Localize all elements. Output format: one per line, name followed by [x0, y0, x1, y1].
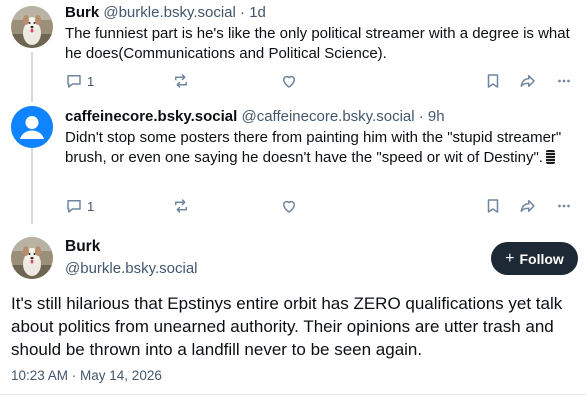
- bookmark-button[interactable]: [484, 197, 502, 215]
- share-icon: [520, 200, 535, 212]
- reply-button[interactable]: 1: [65, 197, 94, 215]
- avatar[interactable]: [11, 237, 53, 279]
- heart-icon: [283, 200, 295, 213]
- bookmark-icon: [487, 199, 499, 213]
- post-header: caffeinecore.bsky.social @caffeinecore.b…: [65, 108, 445, 125]
- follow-label: Follow: [519, 250, 564, 267]
- reply-button[interactable]: 1: [65, 72, 94, 90]
- dog-avatar-icon: [11, 237, 53, 279]
- like-button[interactable]: [280, 72, 298, 90]
- plus-icon: +: [505, 249, 515, 267]
- share-icon: [520, 75, 535, 87]
- main-post-text: It's still hilarious that Epstinys entir…: [11, 294, 563, 359]
- avatar[interactable]: [11, 106, 53, 148]
- post-text: The funniest part is he's like the only …: [65, 25, 570, 62]
- more-options-button[interactable]: [555, 72, 573, 90]
- thread-line: [31, 52, 33, 102]
- bookmark-icon: [487, 74, 499, 88]
- post-text-content: Didn't stop some posters there from pain…: [65, 129, 562, 166]
- follow-button[interactable]: + Follow: [491, 242, 578, 275]
- post-header: Burk @burkle.bsky.social · 1d: [65, 4, 266, 21]
- author-name[interactable]: caffeinecore.bsky.social: [65, 108, 237, 125]
- post-actions: 1: [65, 72, 574, 92]
- repost-button[interactable]: [172, 72, 190, 90]
- post-text: Didn't stop some posters there from pain…: [65, 128, 570, 168]
- avatar[interactable]: [11, 6, 53, 48]
- repost-icon: [175, 199, 187, 213]
- author-handle[interactable]: @burkle.bsky.social: [103, 4, 236, 21]
- reply-icon: [67, 200, 81, 213]
- main-post-timestamp[interactable]: 10:23 AM · May 14, 2026: [11, 368, 162, 383]
- heart-icon: [283, 75, 295, 88]
- author-name[interactable]: Burk: [65, 4, 99, 21]
- separator: ·: [418, 108, 424, 125]
- reply-count: 1: [87, 73, 95, 89]
- author-handle[interactable]: @caffeinecore.bsky.social: [241, 108, 414, 125]
- post-time[interactable]: 1d: [249, 4, 266, 21]
- reply-icon: [67, 75, 81, 88]
- share-button[interactable]: [519, 197, 537, 215]
- bookmark-button[interactable]: [484, 72, 502, 90]
- repost-icon: [175, 74, 187, 88]
- dog-avatar-icon: [11, 6, 53, 48]
- main-author-name[interactable]: Burk: [65, 238, 100, 256]
- more-icon: [558, 79, 570, 83]
- repost-button[interactable]: [172, 197, 190, 215]
- main-author-handle[interactable]: @burkle.bsky.social: [65, 260, 198, 277]
- post-time[interactable]: 9h: [428, 108, 445, 125]
- more-options-button[interactable]: [555, 197, 573, 215]
- emoji-icon: [545, 150, 555, 164]
- divider: [0, 394, 586, 395]
- separator: ·: [240, 4, 246, 21]
- reply-count: 1: [87, 198, 95, 214]
- share-button[interactable]: [519, 72, 537, 90]
- like-button[interactable]: [280, 197, 298, 215]
- thread-line: [31, 144, 33, 224]
- more-icon: [558, 204, 570, 208]
- default-user-icon: [11, 106, 53, 148]
- post-actions: 1: [65, 197, 574, 217]
